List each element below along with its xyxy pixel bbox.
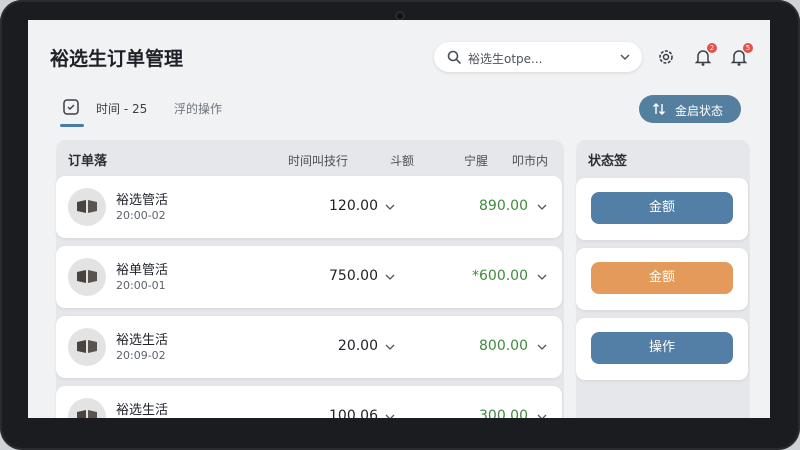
chevron-down-icon xyxy=(620,54,630,61)
chevron-down-icon[interactable] xyxy=(384,341,396,353)
status-button-amount[interactable]: 金额 xyxy=(591,192,733,224)
status-button-amount-highlight[interactable]: 金额 xyxy=(591,262,733,294)
notification-badge: 2 xyxy=(707,43,717,53)
order-list-title: 订单落 xyxy=(68,154,108,169)
chevron-down-icon[interactable] xyxy=(536,341,548,353)
gear-icon xyxy=(659,50,673,64)
order-name: 裕选生活 xyxy=(116,403,169,418)
table-row[interactable]: 裕选生活 100.06 300.00 xyxy=(56,386,562,418)
column-header-extra[interactable]: 宁腥 xyxy=(464,152,488,169)
alert-badge: 5 xyxy=(743,43,753,53)
settings-button[interactable] xyxy=(655,46,677,68)
table-row[interactable]: 裕单管活 20:00-01 750.00 *600.00 xyxy=(56,246,562,308)
column-header-time[interactable]: 时间叫技行 xyxy=(288,152,348,169)
order-amount: 100.06 xyxy=(329,408,378,418)
calendar-icon[interactable] xyxy=(62,98,80,116)
order-list-panel: 订单落 时间叫技行 斗额 宁腥 叩市内 裕选管活 20:00-02 120.00… xyxy=(56,140,564,418)
order-name: 裕单管活 xyxy=(116,263,169,278)
tab-operations[interactable]: 浮的操作 xyxy=(174,100,222,117)
status-card: 金额 xyxy=(576,178,748,240)
status-button-operate[interactable]: 操作 xyxy=(591,332,733,364)
product-thumbnail xyxy=(68,188,106,226)
order-total: 890.00 xyxy=(479,198,528,214)
order-name: 裕选生活 xyxy=(116,333,169,348)
product-thumbnail xyxy=(68,258,106,296)
sort-icon xyxy=(653,103,665,115)
active-tab-indicator xyxy=(60,124,84,127)
order-amount: 120.00 xyxy=(329,198,378,214)
column-header-amount[interactable]: 斗额 xyxy=(390,152,414,169)
enable-status-button[interactable]: 金启状态 xyxy=(639,95,741,123)
order-amount: 20.00 xyxy=(337,338,378,354)
chevron-down-icon[interactable] xyxy=(384,271,396,283)
search-input[interactable]: 裕选生otpe... xyxy=(434,42,642,72)
search-icon xyxy=(447,50,461,64)
order-total: 800.00 xyxy=(479,338,528,354)
product-thumbnail xyxy=(68,398,106,418)
chevron-down-icon[interactable] xyxy=(384,411,396,418)
order-amount: 750.00 xyxy=(329,268,378,284)
enable-status-label: 金启状态 xyxy=(675,104,724,118)
status-panel: 状态签 金额 金额 操作 xyxy=(576,140,750,418)
status-card: 操作 xyxy=(576,318,748,380)
tablet-frame: 裕选生订单管理 裕选生otpe... 2 5 时间 - 25 浮的操作 金启状态… xyxy=(0,0,800,450)
table-row[interactable]: 裕选管活 20:00-02 120.00 890.00 xyxy=(56,176,562,238)
page-title: 裕选生订单管理 xyxy=(50,48,184,70)
search-text: 裕选生otpe... xyxy=(468,52,543,66)
order-total: *600.00 xyxy=(472,268,528,284)
chevron-down-icon[interactable] xyxy=(536,271,548,283)
alerts-button[interactable]: 5 xyxy=(728,43,753,68)
status-card: 金额 xyxy=(576,248,748,310)
order-time: 20:00-01 xyxy=(116,279,166,292)
status-panel-title: 状态签 xyxy=(588,154,628,169)
order-total: 300.00 xyxy=(479,408,528,418)
notifications-button[interactable]: 2 xyxy=(692,43,717,68)
order-time: 20:09-02 xyxy=(116,349,166,362)
chevron-down-icon[interactable] xyxy=(536,411,548,418)
chevron-down-icon[interactable] xyxy=(536,201,548,213)
app-screen: 裕选生订单管理 裕选生otpe... 2 5 时间 - 25 浮的操作 金启状态… xyxy=(28,20,770,418)
column-header-total[interactable]: 叩市内 xyxy=(512,152,548,169)
product-thumbnail xyxy=(68,328,106,366)
table-row[interactable]: 裕选生活 20:09-02 20.00 800.00 xyxy=(56,316,562,378)
order-name: 裕选管活 xyxy=(116,193,169,208)
chevron-down-icon[interactable] xyxy=(384,201,396,213)
order-time: 20:00-02 xyxy=(116,209,166,222)
tab-time[interactable]: 时间 - 25 xyxy=(96,100,147,117)
